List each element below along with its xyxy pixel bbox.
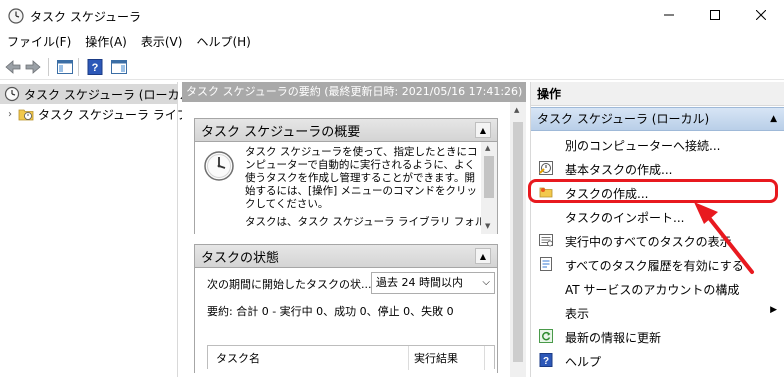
close-icon (756, 10, 766, 20)
summary-pane: タスク スケジューラの要約 (最終更新日時: 2021/05/16 17:41:… (182, 82, 526, 377)
overview-section-header[interactable]: タスク スケジューラの概要 ▲ (194, 118, 498, 142)
task-status-table: タスク名 実行結果 (207, 345, 495, 370)
help-book-icon[interactable]: ? (86, 58, 104, 76)
svg-text:?: ? (92, 62, 99, 74)
action-label: 表示 (565, 307, 590, 321)
action-label: ヘルプ (565, 355, 602, 369)
menu-action[interactable]: 操作(A) (78, 32, 134, 52)
action-label: 別のコンピューターへ接続... (565, 139, 721, 153)
period-select[interactable]: 過去 24 時間以内 ⌵ (371, 272, 495, 294)
tree-item-label: タスク スケジューラ (ローカル) (24, 87, 197, 102)
actions-header: 操作 (531, 82, 784, 106)
overview-scroll-thumb[interactable] (484, 156, 494, 198)
toolbar-separator (48, 58, 49, 76)
task-scheduler-app-icon (8, 8, 24, 24)
task-status-title: タスクの状態 (201, 250, 280, 266)
collapse-overview-button[interactable]: ▲ (475, 122, 491, 138)
summary-scroll-thumb[interactable] (513, 122, 523, 362)
clock-icon (204, 151, 234, 181)
summary-scrollbar[interactable]: ▲ (510, 102, 526, 377)
window-title: タスク スケジューラ (30, 10, 141, 24)
toolbar-separator (78, 58, 79, 76)
overview-body: タスク スケジューラを使って、指定したときにコンピューターで自動的に実行されるよ… (194, 142, 498, 234)
overview-scrollbar[interactable]: ▲ ▼ (481, 142, 497, 234)
summary-body: タスク スケジューラの概要 ▲ タスク スケジューラを使って、指定したときにコン… (182, 102, 510, 377)
menu-file[interactable]: ファイル(F) (0, 32, 78, 52)
action-create-basic-task[interactable]: 基本タスクの作成... (531, 156, 784, 180)
action-connect-another-computer[interactable]: 別のコンピューターへ接続... (531, 132, 784, 156)
scroll-down-icon[interactable]: ▼ (485, 222, 490, 230)
clock-icon (4, 86, 20, 102)
maximize-icon (710, 10, 720, 20)
folder-clock-icon (18, 109, 34, 121)
period-label: 次の期間に開始したタスクの状... (207, 278, 372, 291)
title-bar: タスク スケジューラ (0, 0, 784, 32)
action-label: AT サービスのアカウントの構成 (565, 283, 740, 297)
status-summary: 要約: 合計 0 - 実行中 0、成功 0、停止 0、失敗 0 (207, 305, 454, 318)
summary-header: タスク スケジューラの要約 (最終更新日時: 2021/05/16 17:41:… (182, 82, 526, 102)
column-divider[interactable] (484, 346, 485, 370)
menu-bar: ファイル(F) 操作(A) 表示(V) ヘルプ(H) (0, 32, 784, 52)
annotation-arrow-icon (694, 202, 754, 274)
overview-description: タスク スケジューラを使って、指定したときにコンピューターで自動的に実行されるよ… (245, 146, 478, 210)
svg-text:?: ? (543, 356, 549, 367)
overview-section: タスク スケジューラの概要 ▲ タスク スケジューラを使って、指定したときにコン… (194, 118, 498, 234)
running-tasks-icon (539, 234, 553, 247)
task-status-section: タスクの状態 ▲ 次の期間に開始したタスクの状... 過去 24 時間以内 ⌵ … (194, 244, 498, 377)
overview-title: タスク スケジューラの概要 (201, 124, 361, 140)
action-help[interactable]: ? ヘルプ (531, 348, 784, 372)
column-divider[interactable] (408, 346, 409, 370)
show-hide-console-tree-icon[interactable] (56, 58, 74, 76)
chevron-down-icon: ⌵ (482, 277, 490, 288)
column-header-result[interactable]: 実行結果 (414, 350, 458, 366)
menu-help[interactable]: ヘルプ(H) (189, 32, 257, 52)
task-status-section-header[interactable]: タスクの状態 ▲ (194, 244, 498, 268)
period-select-value: 過去 24 時間以内 (376, 276, 463, 289)
toolbar: ? (0, 54, 784, 80)
actions-group-label: タスク スケジューラ (ローカル) (537, 112, 710, 126)
console-tree: タスク スケジューラ (ローカル) › タスク スケジューラ ライブラリ (0, 82, 213, 377)
action-label: 最新の情報に更新 (565, 331, 662, 345)
minimize-button[interactable] (646, 0, 692, 30)
actions-group-task-scheduler-local[interactable]: タスク スケジューラ (ローカル) ▲ (531, 107, 784, 131)
history-icon (540, 257, 552, 271)
column-header-task-name[interactable]: タスク名 (216, 350, 260, 366)
help-icon: ? (539, 353, 553, 367)
collapse-status-button[interactable]: ▲ (475, 248, 491, 264)
tree-item-task-scheduler-local[interactable]: タスク スケジューラ (ローカル) (0, 84, 196, 104)
menu-view[interactable]: 表示(V) (134, 32, 190, 52)
submenu-arrow-icon: ▶ (770, 305, 777, 315)
scroll-up-icon[interactable]: ▲ (514, 106, 519, 114)
forward-arrow-icon[interactable] (24, 58, 42, 76)
minimize-icon (664, 14, 674, 16)
basic-task-icon (539, 161, 553, 175)
overview-description-more: タスクは、タスク スケジューラ ライブラリ フォルダ (245, 216, 481, 228)
action-label: タスクのインポート... (565, 211, 685, 225)
refresh-icon (539, 329, 553, 343)
close-button[interactable] (738, 0, 784, 30)
collapse-up-icon[interactable]: ▲ (770, 108, 777, 130)
action-label: 基本タスクの作成... (565, 163, 673, 177)
tree-item-task-scheduler-library[interactable]: › タスク スケジューラ ライブラリ (0, 104, 213, 124)
expand-chevron-icon[interactable]: › (8, 109, 12, 120)
scroll-up-icon[interactable]: ▲ (485, 144, 490, 152)
maximize-button[interactable] (692, 0, 738, 30)
back-arrow-icon[interactable] (4, 58, 22, 76)
show-hide-action-pane-icon[interactable] (110, 58, 128, 76)
action-view[interactable]: 表示 ▶ (531, 300, 784, 324)
task-status-body: 次の期間に開始したタスクの状... 過去 24 時間以内 ⌵ 要約: 合計 0 … (194, 268, 498, 373)
action-refresh[interactable]: 最新の情報に更新 (531, 324, 784, 348)
